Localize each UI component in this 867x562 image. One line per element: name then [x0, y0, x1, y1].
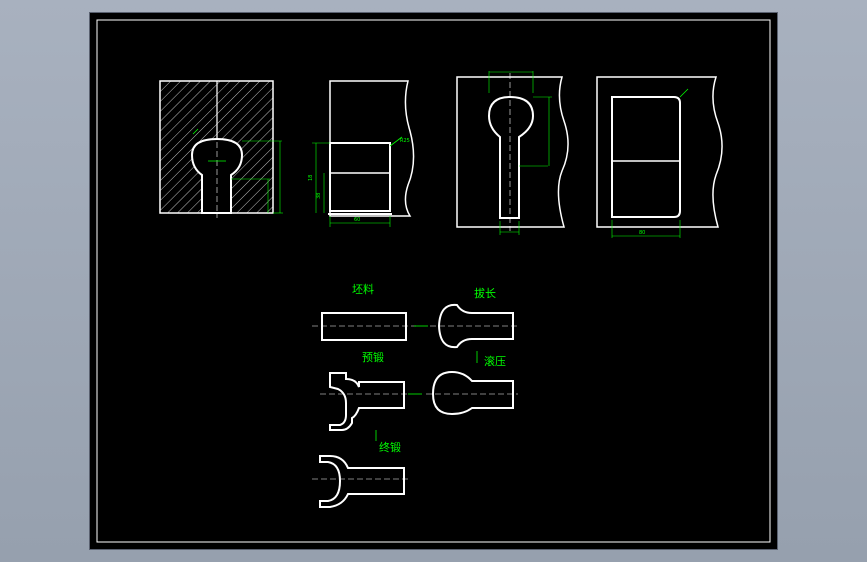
dim-cavity-width-text: 80 — [639, 230, 645, 236]
label-pre-forge: 预锻 — [362, 351, 384, 364]
dim-height-text: 18 — [308, 175, 314, 181]
die-front-view — [312, 80, 415, 227]
cad-drawing-canvas: R25 18 38 60 80 — [96, 19, 771, 543]
dim-radius-text: R25 — [400, 138, 410, 144]
die-section-view — [159, 80, 283, 218]
final-forge-shape — [312, 455, 410, 508]
label-draw-out: 拔长 — [474, 287, 496, 300]
label-blank: 坯料 — [352, 283, 374, 296]
die-keyhole-view — [456, 71, 569, 235]
label-roll-press: 滚压 — [484, 355, 506, 368]
drawing-sheet: R25 18 38 60 80 坯料 拔长 预锻 滚压 终锻 — [90, 13, 777, 549]
dim-lower-height-text: 38 — [316, 193, 322, 199]
dim-width-text: 60 — [354, 217, 360, 223]
blank-shape — [312, 312, 416, 341]
label-final-forge: 终锻 — [379, 441, 401, 454]
draw-out-shape — [414, 303, 518, 349]
die-side-view — [596, 76, 723, 238]
pre-forge-shape — [320, 372, 410, 431]
roll-press-shape — [408, 370, 518, 416]
